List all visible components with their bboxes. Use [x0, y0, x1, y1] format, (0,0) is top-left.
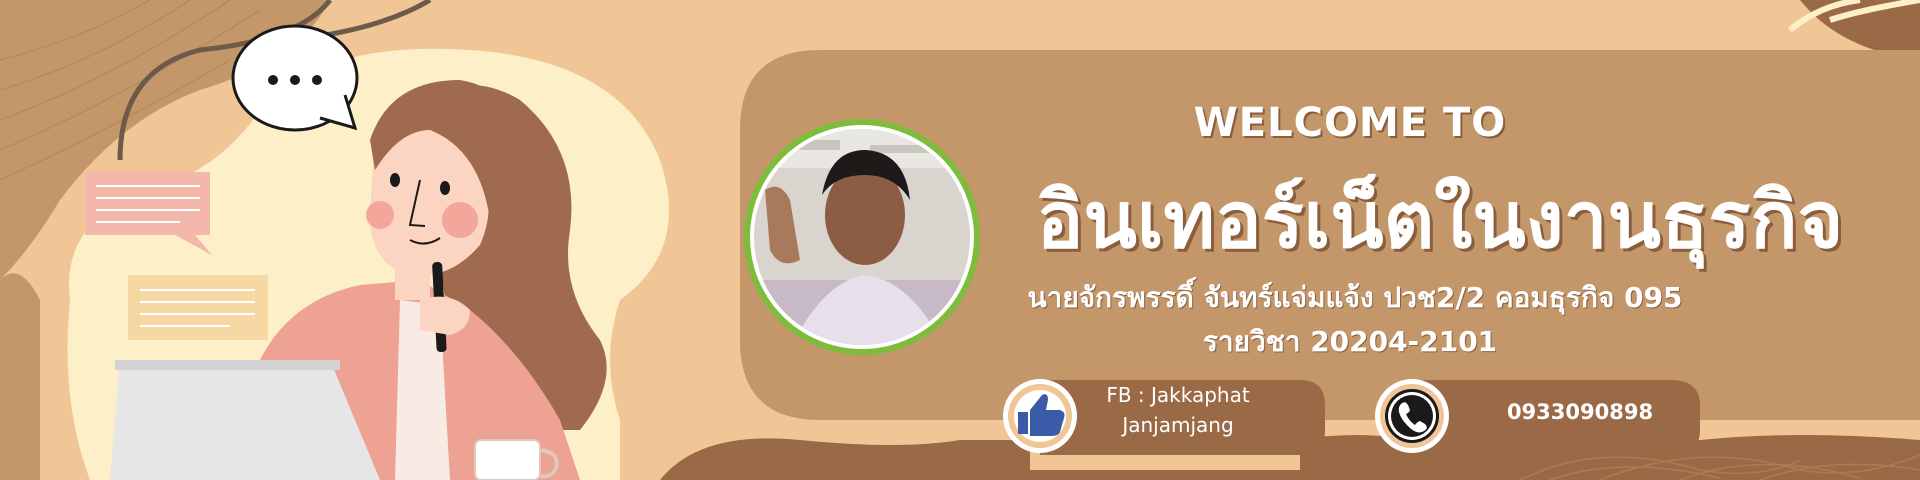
phone-number[interactable]: 0933090898 [1460, 400, 1700, 424]
facebook-label-line2: Janjamjang [1122, 413, 1234, 437]
banner: WELCOME TO อินเทอร์เน็ตในงานธุรกิจ นายจั… [0, 0, 1920, 480]
subject-code: รายวิชา 20204-2101 [1202, 325, 1498, 358]
welcome-heading: WELCOME TO [1193, 100, 1507, 146]
student-info: นายจักรพรรดิ์ จันทร์แจ่มแจ้ง ปวช2/2 คอมธ… [1027, 281, 1683, 314]
speech-bubble [231, 24, 359, 132]
thumbs-up-icon [1003, 379, 1077, 453]
mug [474, 439, 541, 480]
cream-chat-note [128, 275, 268, 340]
course-title: อินเทอร์เน็ตในงานธุรกิจ [1036, 176, 1844, 266]
facebook-contact[interactable]: FB : Jakkaphat Janjamjang [1068, 380, 1288, 440]
facebook-label-line1: FB : Jakkaphat [1106, 383, 1250, 407]
phone-icon [1375, 379, 1449, 453]
